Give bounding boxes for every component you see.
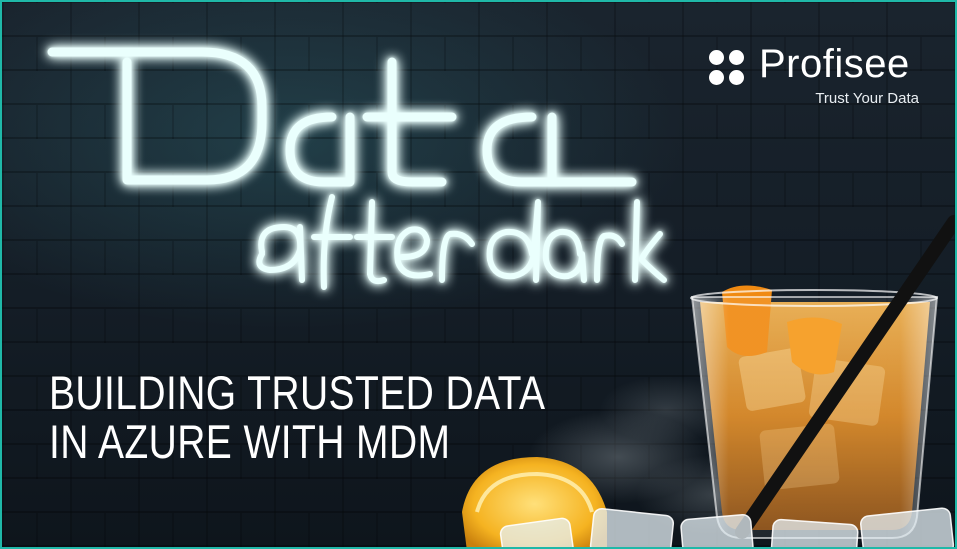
- cocktail-illustration: [442, 212, 955, 547]
- logo-tagline: Trust Your Data: [815, 90, 919, 107]
- logo-name: Profisee: [759, 42, 910, 86]
- profisee-logo: Profisee Trust Your Data: [709, 42, 919, 116]
- profisee-logo-dots-icon: [709, 50, 749, 90]
- event-banner: Profisee Trust Your Data BUILDING TRUSTE…: [0, 0, 957, 549]
- cocktail-glass-illustration: [462, 215, 955, 547]
